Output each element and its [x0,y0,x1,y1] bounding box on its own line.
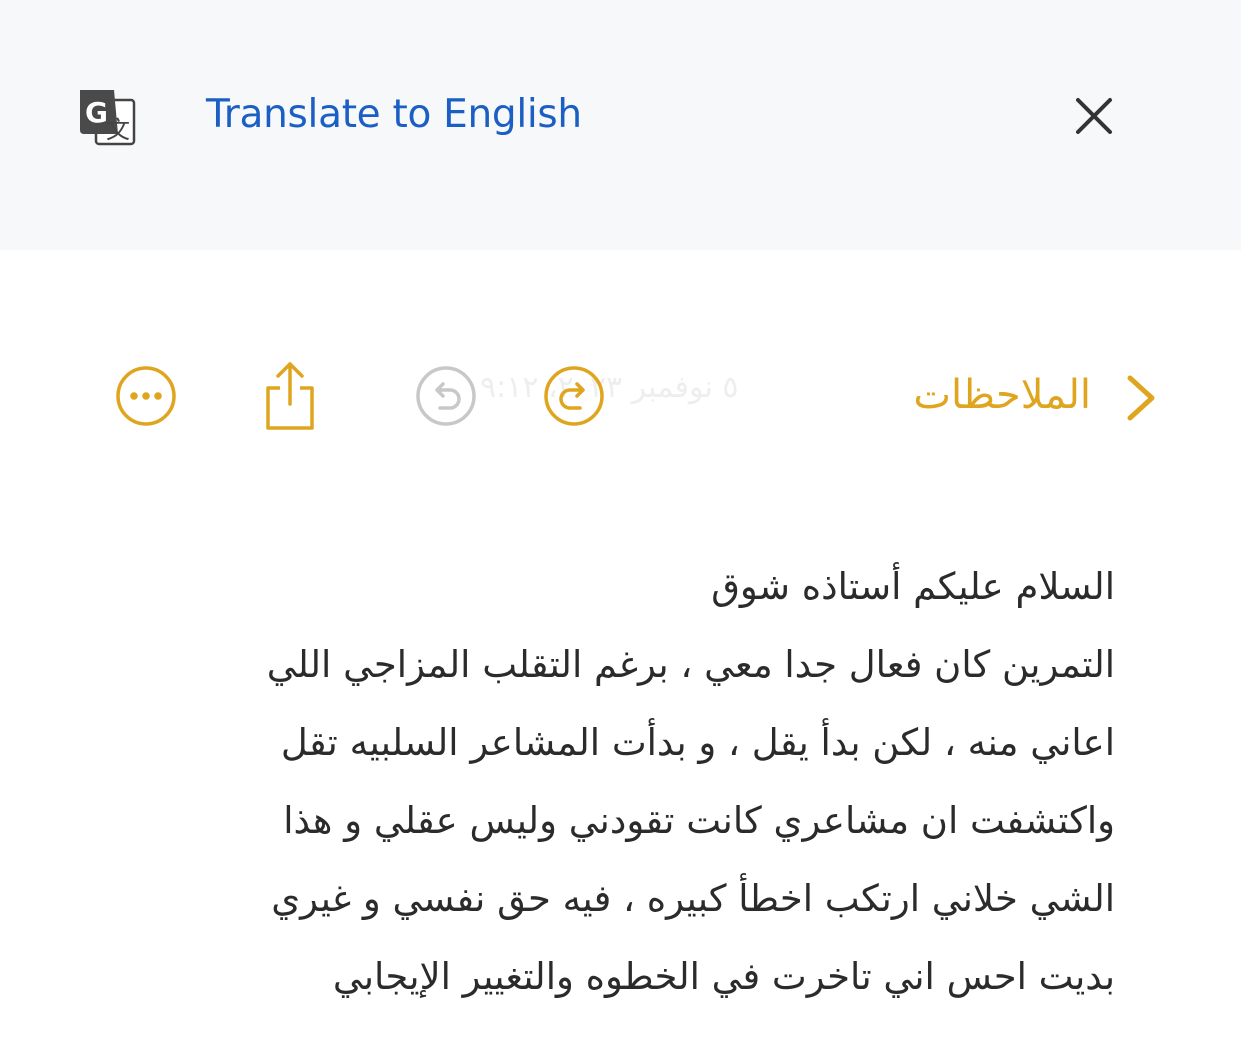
note-line: التمرين كان فعال جدا معي ، برغم التقلب ا… [266,643,1115,686]
back-to-notes-label[interactable]: الملاحظات [913,372,1091,418]
share-icon[interactable] [258,358,322,432]
translate-to-english-link[interactable]: Translate to English [206,92,582,137]
note-body[interactable]: السلام عليكم أستاذه شوق التمرين كان فعال… [115,548,1115,1016]
more-icon[interactable] [114,364,178,428]
svg-text:文: 文 [106,116,130,144]
note-line: واكتشفت ان مشاعري كانت تقودني وليس عقلي … [283,799,1115,842]
close-icon[interactable] [1066,88,1122,144]
note-date: ٥ نوفمبر ٢٠٢٣، ٩:١٢ [480,370,739,405]
note-line: السلام عليكم أستاذه شوق [711,565,1115,608]
notes-toolbar: ٥ نوفمبر ٢٠٢٣، ٩:١٢ الملاحظات [0,340,1241,460]
undo-icon[interactable] [414,364,478,428]
note-line: الشي خلاني ارتكب اخطأ كبيره ، فيه حق نفس… [271,877,1115,920]
redo-icon[interactable] [542,364,606,428]
translate-banner: G 文 Translate to English [0,0,1241,250]
google-translate-icon[interactable]: G 文 [76,86,138,148]
note-line: بديت احس اني تاخرت في الخطوه والتغيير ال… [332,955,1115,998]
svg-text:G: G [85,96,108,129]
chevron-icon[interactable] [1120,370,1162,426]
note-line: اعاني منه ، لكن بدأ يقل ، و بدأت المشاعر… [280,721,1115,764]
